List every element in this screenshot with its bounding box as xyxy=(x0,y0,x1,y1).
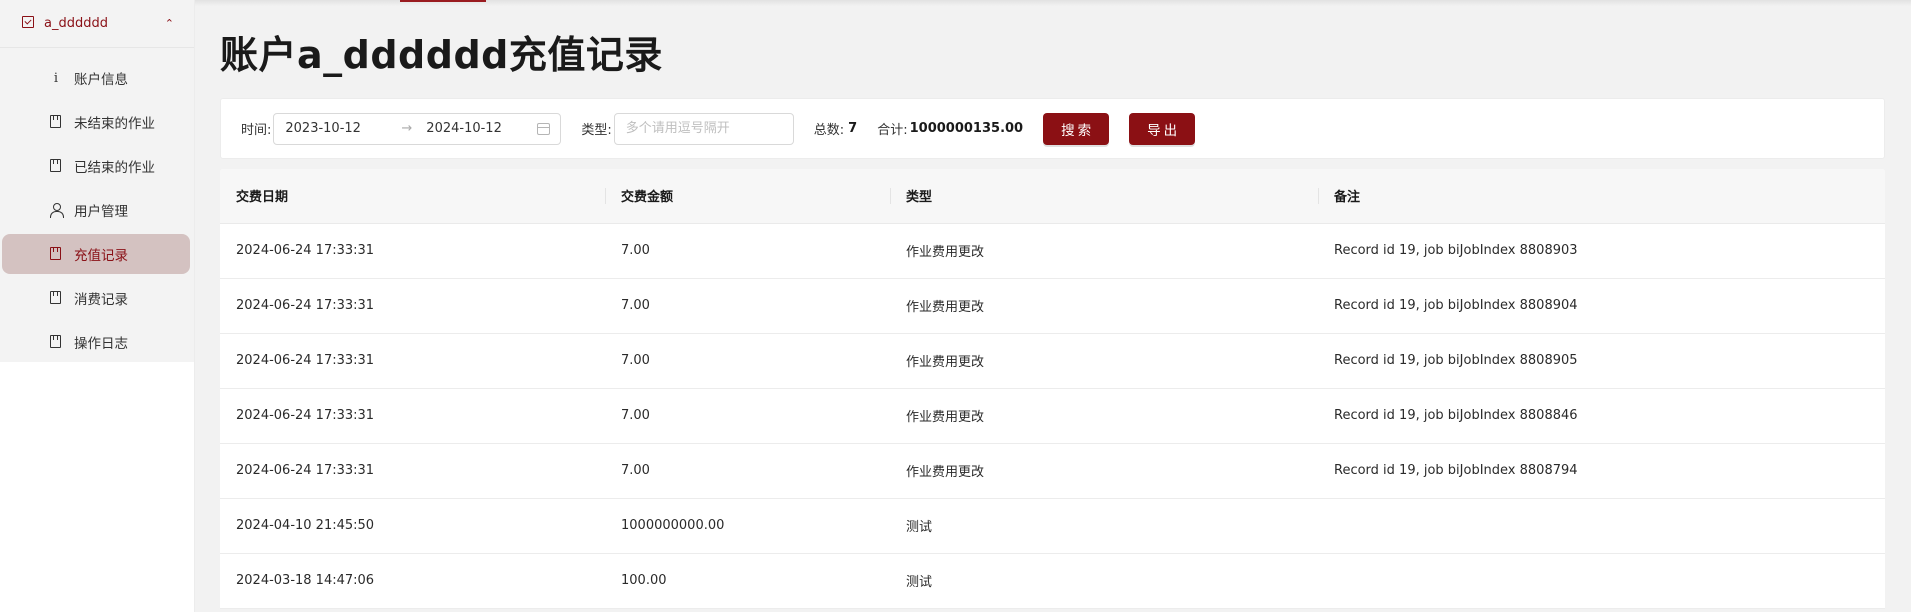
recharge-table: 交费日期 交费金额 类型 备注 2024-06-24 17:33:31 7.00… xyxy=(220,169,1885,609)
table-row: 2024-06-24 17:33:31 7.00 作业费用更改 Record i… xyxy=(220,223,1885,279)
cell-date: 2024-06-24 17:33:31 xyxy=(220,278,605,334)
cell-date: 2024-06-24 17:33:31 xyxy=(220,223,605,279)
app-root: a_dddddd ⌃ i 账户信息 未结束的作业 已结束的作业 用户管理 充值记… xyxy=(0,0,1911,612)
document-icon xyxy=(50,291,62,305)
table-row: 2024-06-24 17:33:31 7.00 作业费用更改 Record i… xyxy=(220,443,1885,499)
sidebar-item-finished-jobs[interactable]: 已结束的作业 xyxy=(2,146,190,186)
sidebar-menu: i 账户信息 未结束的作业 已结束的作业 用户管理 充值记录 消费记录 操作日志 xyxy=(0,48,194,362)
cell-remark: Record id 19, job biJobIndex 8808903 xyxy=(1318,223,1885,279)
type-label: 类型: xyxy=(581,123,612,138)
cell-type: 作业费用更改 xyxy=(890,333,1318,389)
cell-type: 作业费用更改 xyxy=(890,278,1318,334)
document-icon xyxy=(50,247,62,261)
cell-amount: 7.00 xyxy=(605,388,890,444)
filter-bar: 时间: 2023-10-12 → 2024-10-12 类型: 总数: 7 合计… xyxy=(220,98,1885,159)
column-header-date: 交费日期 xyxy=(220,169,605,224)
cell-remark: Record id 19, job biJobIndex 8808846 xyxy=(1318,388,1885,444)
cell-remark xyxy=(1318,553,1885,609)
document-icon xyxy=(50,115,62,129)
cell-remark: Record id 19, job biJobIndex 8808904 xyxy=(1318,278,1885,334)
sidebar-item-label: 消费记录 xyxy=(74,292,128,308)
export-button[interactable]: 导出 xyxy=(1129,112,1196,145)
sidebar-item-label: 账户信息 xyxy=(74,72,128,88)
cell-type: 作业费用更改 xyxy=(890,388,1318,444)
column-header-type: 类型 xyxy=(890,169,1318,224)
active-tab-indicator xyxy=(400,0,486,2)
cell-amount: 7.00 xyxy=(605,333,890,389)
search-button[interactable]: 搜索 xyxy=(1043,112,1110,145)
sidebar-item-label: 用户管理 xyxy=(74,204,128,220)
table-row: 2024-06-24 17:33:31 7.00 作业费用更改 Record i… xyxy=(220,388,1885,444)
calendar-icon xyxy=(537,122,551,135)
sum-value: 1000000135.00 xyxy=(909,121,1024,136)
cell-amount: 7.00 xyxy=(605,278,890,334)
sidebar-item-unfinished-jobs[interactable]: 未结束的作业 xyxy=(2,102,190,142)
sidebar-item-consumption-records[interactable]: 消费记录 xyxy=(2,278,190,318)
cell-amount: 100.00 xyxy=(605,553,890,609)
total-count-value: 7 xyxy=(848,121,858,136)
sidebar-item-label: 操作日志 xyxy=(74,336,128,352)
sidebar-item-recharge-records[interactable]: 充值记录 xyxy=(2,234,190,274)
sidebar-item-operation-log[interactable]: 操作日志 xyxy=(2,322,190,362)
end-date[interactable]: 2024-10-12 xyxy=(426,121,537,136)
account-menu-header[interactable]: a_dddddd ⌃ xyxy=(0,0,194,48)
arrow-right-icon: → xyxy=(401,121,413,136)
cell-remark: Record id 19, job biJobIndex 8808794 xyxy=(1318,443,1885,499)
time-label: 时间: xyxy=(241,123,272,138)
date-range-picker[interactable]: 2023-10-12 → 2024-10-12 xyxy=(273,112,562,145)
cell-type: 作业费用更改 xyxy=(890,443,1318,499)
cell-amount: 7.00 xyxy=(605,223,890,279)
table-row: 2024-03-18 14:47:06 100.00 测试 xyxy=(220,553,1885,609)
type-input[interactable] xyxy=(613,112,794,145)
account-label: a_dddddd xyxy=(44,16,108,31)
info-icon: i xyxy=(53,71,59,86)
column-header-amount: 交费金额 xyxy=(605,169,890,224)
sidebar-item-label: 已结束的作业 xyxy=(74,160,155,176)
cell-amount: 7.00 xyxy=(605,443,890,499)
sidebar-account-group: a_dddddd ⌃ i 账户信息 未结束的作业 已结束的作业 用户管理 充值记… xyxy=(0,0,194,362)
cell-remark xyxy=(1318,498,1885,554)
sidebar-item-user-management[interactable]: 用户管理 xyxy=(2,190,190,230)
page-title: 账户a_dddddd充值记录 xyxy=(220,33,663,77)
column-header-remark: 备注 xyxy=(1318,169,1885,224)
chevron-up-icon: ⌃ xyxy=(164,17,174,30)
sum-label: 合计: xyxy=(877,123,908,138)
user-icon xyxy=(50,203,64,218)
total-count-label: 总数: xyxy=(813,123,845,138)
table-row: 2024-06-24 17:33:31 7.00 作业费用更改 Record i… xyxy=(220,333,1885,389)
cell-date: 2024-06-24 17:33:31 xyxy=(220,443,605,499)
cell-type: 作业费用更改 xyxy=(890,223,1318,279)
sidebar-item-account-info[interactable]: i 账户信息 xyxy=(2,58,190,98)
sidebar-item-label: 充值记录 xyxy=(74,248,128,264)
cell-date: 2024-06-24 17:33:31 xyxy=(220,388,605,444)
table-row: 2024-04-10 21:45:50 1000000000.00 测试 xyxy=(220,498,1885,554)
document-icon xyxy=(50,335,62,349)
account-icon xyxy=(22,15,34,32)
cell-remark: Record id 19, job biJobIndex 8808905 xyxy=(1318,333,1885,389)
cell-date: 2024-06-24 17:33:31 xyxy=(220,333,605,389)
sidebar: a_dddddd ⌃ i 账户信息 未结束的作业 已结束的作业 用户管理 充值记… xyxy=(0,0,195,612)
cell-date: 2024-03-18 14:47:06 xyxy=(220,553,605,609)
cell-type: 测试 xyxy=(890,498,1318,554)
table-row: 2024-06-24 17:33:31 7.00 作业费用更改 Record i… xyxy=(220,278,1885,334)
table-header-row: 交费日期 交费金额 类型 备注 xyxy=(220,169,1885,224)
cell-date: 2024-04-10 21:45:50 xyxy=(220,498,605,554)
sidebar-item-label: 未结束的作业 xyxy=(74,116,155,132)
cell-type: 测试 xyxy=(890,553,1318,609)
start-date[interactable]: 2023-10-12 xyxy=(285,121,381,136)
document-icon xyxy=(50,159,62,173)
cell-amount: 1000000000.00 xyxy=(605,498,890,554)
